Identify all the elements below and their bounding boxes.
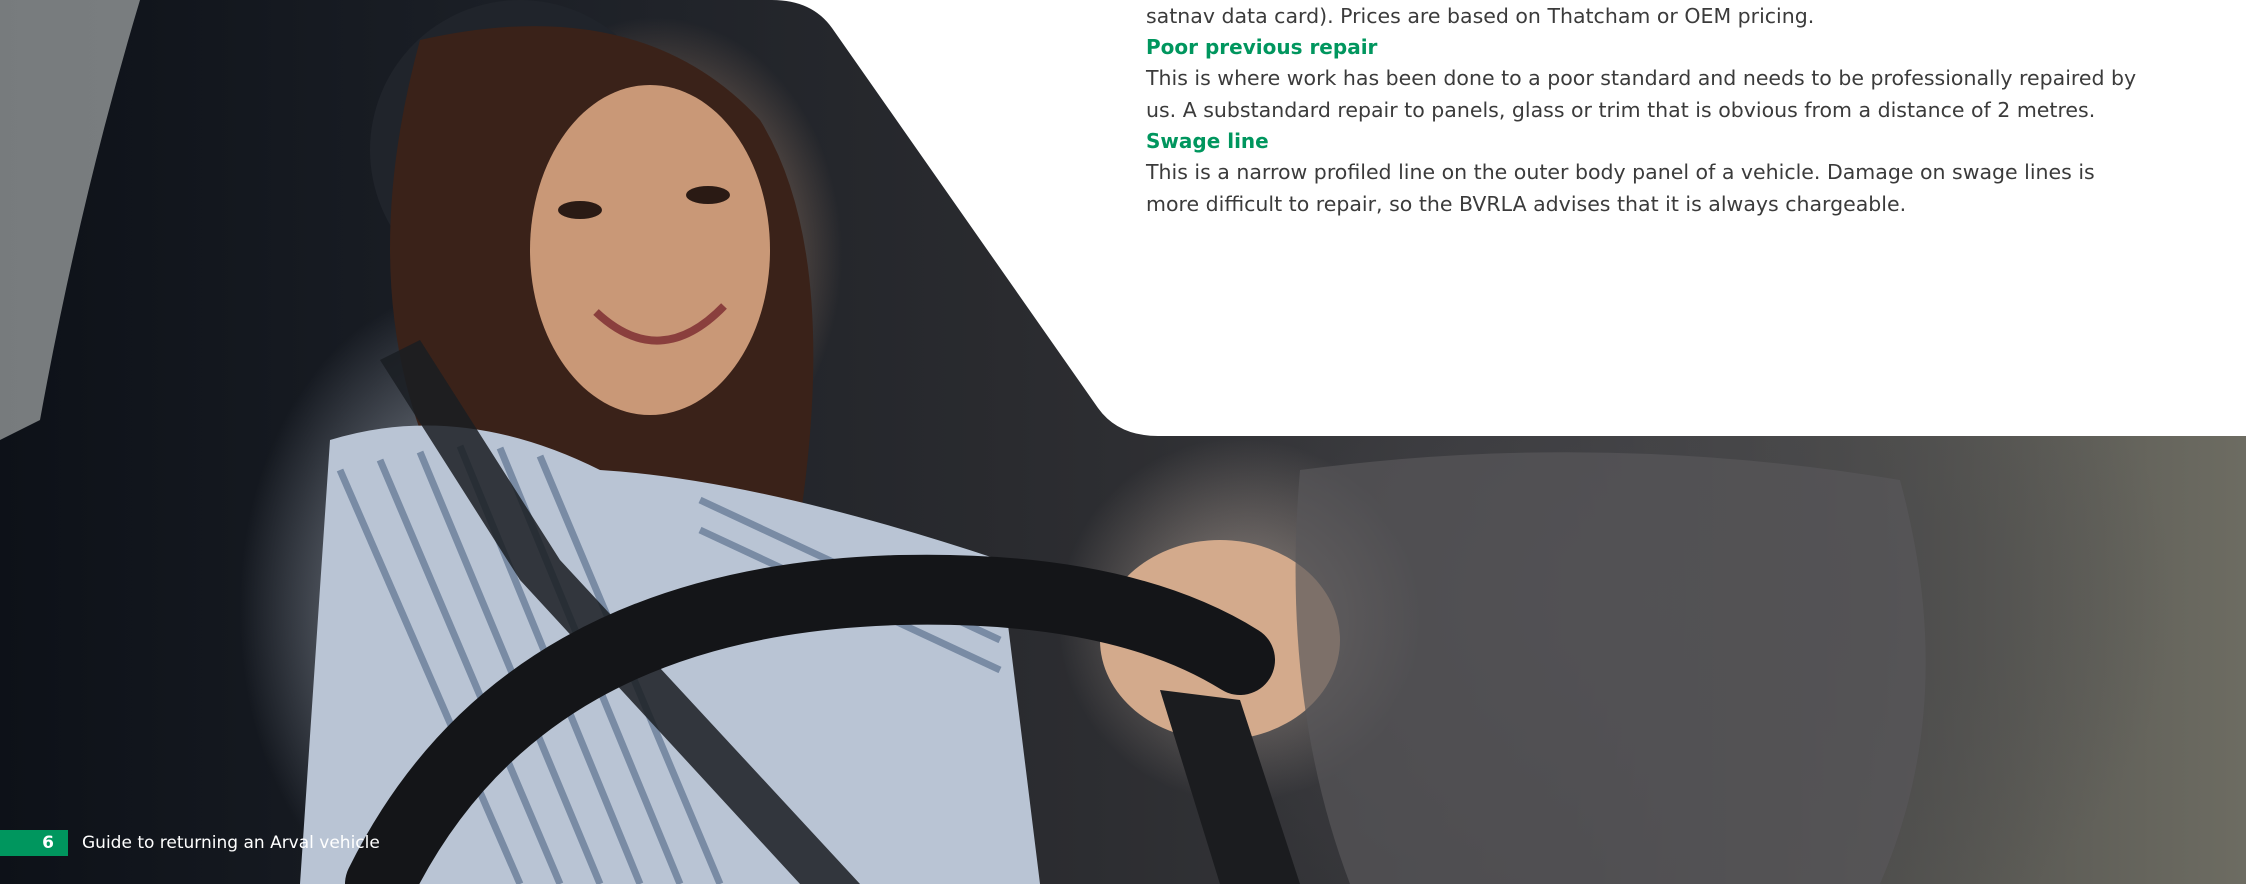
- term-definition-line: This is a narrow profiled line on the ou…: [1146, 160, 2095, 184]
- cut-off-text-line: satnav data card). Prices are based on T…: [1146, 4, 1815, 28]
- term-definition-line: us. A substandard repair to panels, glas…: [1146, 98, 2096, 122]
- term-definition-line: more difficult to repair, so the BVRLA a…: [1146, 192, 1907, 216]
- glossary-text: satnav data card). Prices are based on T…: [1146, 0, 2146, 220]
- page-footer: 6 Guide to returning an Arval vehicle: [0, 830, 380, 856]
- term-heading: Swage line: [1146, 129, 1269, 153]
- page-number-badge: 6: [0, 830, 68, 856]
- document-title: Guide to returning an Arval vehicle: [82, 833, 380, 853]
- term-heading: Poor previous repair: [1146, 35, 1378, 59]
- term-definition-line: This is where work has been done to a po…: [1146, 66, 2137, 90]
